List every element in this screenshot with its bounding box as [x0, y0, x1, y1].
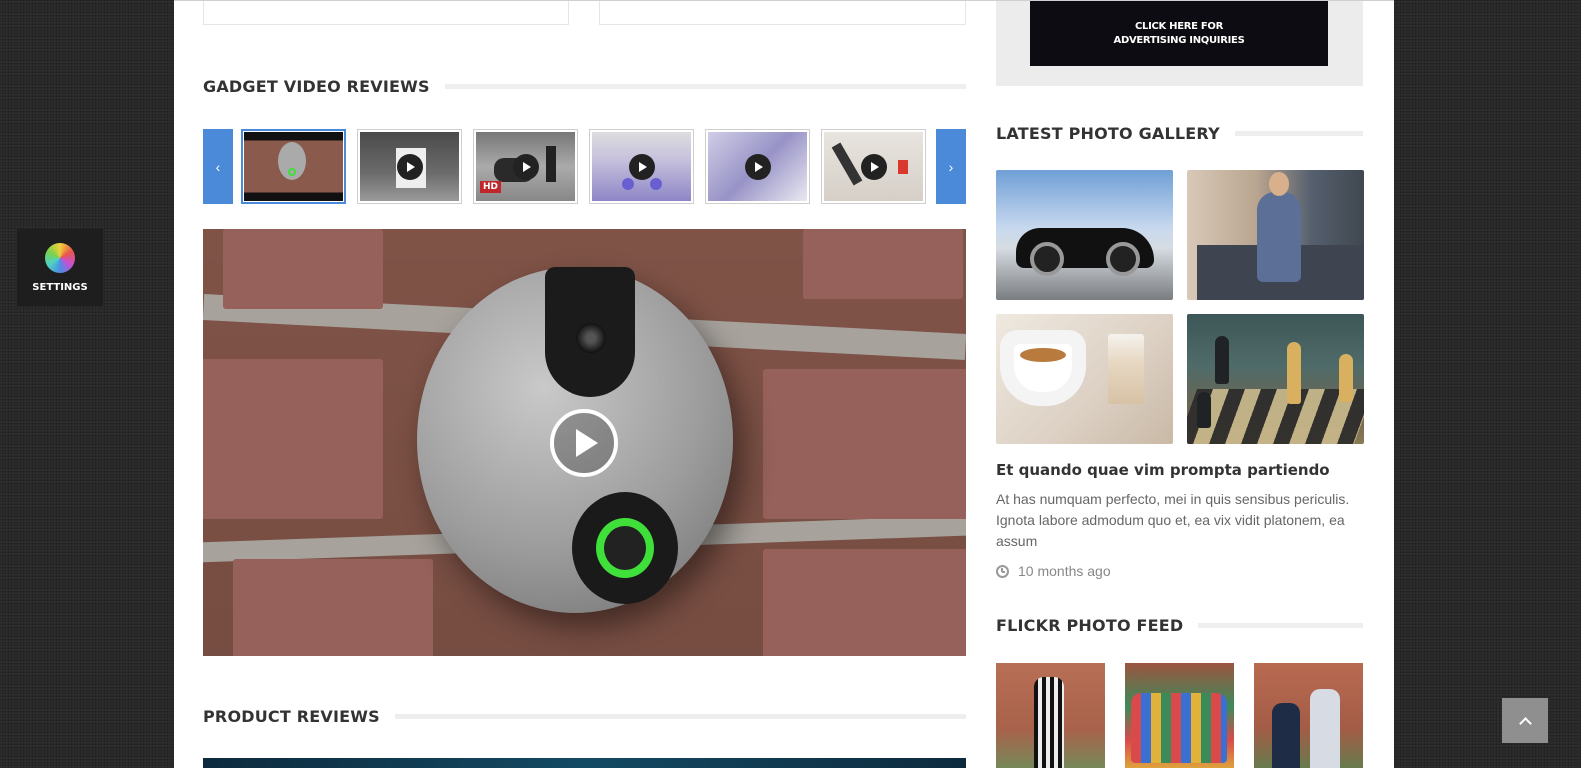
- chevron-left-icon: ‹: [215, 158, 221, 175]
- gallery-post-excerpt: At has numquam perfecto, mei in quis sen…: [996, 491, 1350, 549]
- video-reviews-heading: GADGET VIDEO REVIEWS: [203, 77, 966, 96]
- ad-line-2: ADVERTISING INQUIRIES: [1113, 34, 1245, 46]
- video-thumbnail[interactable]: [241, 129, 346, 204]
- play-icon: [860, 153, 887, 180]
- section-divider: [1234, 131, 1363, 136]
- play-icon: [512, 153, 539, 180]
- cup-shape: [1014, 344, 1072, 392]
- wall-brick: [203, 359, 383, 519]
- clock-icon: [996, 564, 1009, 578]
- wall-brick: [803, 229, 963, 299]
- post-time-text: 10 months ago: [1018, 563, 1111, 579]
- video-thumbnail[interactable]: [705, 129, 810, 204]
- flickr-photo[interactable]: [1254, 663, 1363, 768]
- video-thumbnail[interactable]: [821, 129, 926, 204]
- product-reviews-heading: PRODUCT REVIEWS: [203, 707, 966, 726]
- wall-brick: [223, 229, 383, 309]
- chess-piece: [1215, 336, 1229, 384]
- video-thumbnail[interactable]: [357, 129, 462, 204]
- advertising-box: CLICK HERE FOR ADVERTISING INQUIRIES: [996, 1, 1363, 86]
- glass-shape: [1108, 334, 1144, 404]
- flickr-feed-heading: FLICKR PHOTO FEED: [996, 616, 1363, 635]
- advertising-banner[interactable]: CLICK HERE FOR ADVERTISING INQUIRIES: [1030, 1, 1328, 66]
- color-wheel-icon: [45, 242, 75, 273]
- doorbell-camera: [545, 267, 635, 397]
- gallery-photo-chess[interactable]: [1187, 314, 1364, 444]
- chess-piece: [1339, 354, 1353, 402]
- gallery-photo-coffee[interactable]: [996, 314, 1173, 444]
- chevron-right-icon: ›: [948, 158, 954, 175]
- video-carousel: ‹ HD ›: [203, 129, 966, 204]
- video-player[interactable]: [203, 229, 966, 656]
- person-shape: [1272, 703, 1300, 768]
- flickr-photo[interactable]: [996, 663, 1105, 768]
- gallery-post-title[interactable]: Et quando quae vim prompta partiendo: [996, 461, 1363, 479]
- page-container: GADGET VIDEO REVIEWS ‹ HD › PRODUCT REVI…: [174, 0, 1394, 768]
- post-card: [203, 1, 569, 25]
- wall-brick: [233, 559, 433, 656]
- chessboard-shape: [1187, 389, 1364, 444]
- gallery-photo-car[interactable]: [996, 170, 1173, 300]
- play-icon: [396, 153, 423, 180]
- chevron-up-icon: [1518, 716, 1532, 730]
- wall-brick: [763, 549, 966, 656]
- gallery-photo-man-laptop[interactable]: [1187, 170, 1364, 300]
- product-review-image[interactable]: [203, 758, 966, 768]
- section-divider: [1198, 623, 1363, 628]
- settings-label: SETTINGS: [32, 281, 88, 293]
- doorbell-button: [572, 492, 678, 604]
- video-thumbnail[interactable]: HD: [473, 129, 578, 204]
- photo-gallery-heading: LATEST PHOTO GALLERY: [996, 124, 1363, 143]
- person-shape: [1257, 172, 1301, 282]
- section-divider: [444, 84, 966, 89]
- gallery-post-date: 10 months ago: [996, 563, 1111, 579]
- play-icon: [628, 153, 655, 180]
- post-card: [599, 1, 966, 25]
- costumed-person: [1034, 677, 1064, 768]
- section-title-text: PRODUCT REVIEWS: [203, 707, 380, 726]
- carousel-prev-button[interactable]: ‹: [203, 129, 233, 204]
- scroll-to-top-button[interactable]: [1502, 698, 1548, 743]
- section-title-text: FLICKR PHOTO FEED: [996, 616, 1184, 635]
- video-thumbnail[interactable]: [589, 129, 694, 204]
- chess-piece: [1197, 392, 1211, 428]
- ad-line-1: CLICK HERE FOR: [1134, 20, 1224, 32]
- hd-badge: HD: [480, 181, 502, 193]
- play-icon: [744, 153, 771, 180]
- section-divider: [394, 714, 966, 719]
- flickr-photo[interactable]: [1125, 663, 1234, 768]
- section-title-text: LATEST PHOTO GALLERY: [996, 124, 1220, 143]
- group-of-people: [1131, 693, 1227, 763]
- section-title-text: GADGET VIDEO REVIEWS: [203, 77, 430, 96]
- chess-piece: [1287, 342, 1301, 404]
- car-shape: [1016, 228, 1154, 276]
- carousel-next-button[interactable]: ›: [936, 129, 966, 204]
- wall-brick: [763, 369, 966, 519]
- play-video-button[interactable]: [550, 409, 618, 477]
- person-shape: [1310, 689, 1340, 768]
- settings-panel[interactable]: SETTINGS: [17, 229, 103, 306]
